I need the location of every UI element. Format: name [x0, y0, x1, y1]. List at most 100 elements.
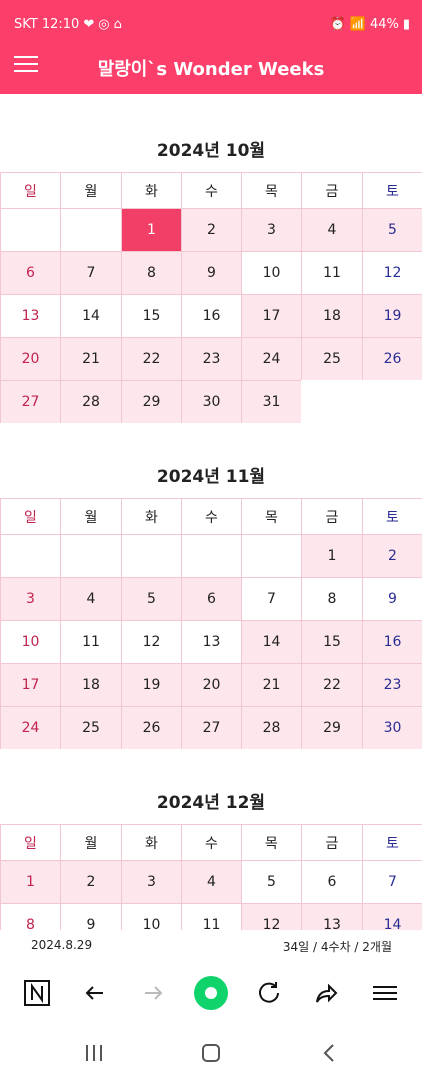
forward-arrow-icon[interactable] [136, 976, 170, 1010]
calendar-day[interactable]: 8 [121, 251, 181, 294]
weekday-header: 일 [0, 498, 60, 534]
calendar-day[interactable]: 26 [362, 337, 422, 380]
calendar-day[interactable]: 25 [301, 337, 362, 380]
calendar-day[interactable]: 29 [301, 706, 362, 749]
browser-toolbar [0, 960, 422, 1026]
calendar-day[interactable]: 10 [0, 620, 60, 663]
calendar-day[interactable]: 1 [301, 534, 362, 577]
calendar-day[interactable]: 15 [121, 294, 181, 337]
calendar-day[interactable]: 19 [362, 294, 422, 337]
calendar-day[interactable]: 4 [181, 860, 241, 903]
calendar-day[interactable]: 29 [121, 380, 181, 423]
calendar-day[interactable]: 20 [181, 663, 241, 706]
calendar-day[interactable]: 23 [181, 337, 241, 380]
system-navigation [0, 1026, 422, 1080]
calendar-day[interactable]: 11 [301, 251, 362, 294]
weekday-header: 수 [181, 172, 241, 208]
calendar-day[interactable]: 4 [60, 577, 121, 620]
calendar-day[interactable]: 5 [121, 577, 181, 620]
calendar-day[interactable]: 28 [241, 706, 301, 749]
calendar-day[interactable]: 5 [241, 860, 301, 903]
back-icon[interactable] [315, 1041, 343, 1065]
calendar-day[interactable]: 17 [241, 294, 301, 337]
recent-apps-icon[interactable] [80, 1041, 108, 1065]
calendar-day[interactable]: 16 [181, 294, 241, 337]
calendar-day[interactable]: 11 [181, 903, 241, 930]
menu-icon[interactable] [368, 976, 402, 1010]
calendar-day[interactable]: 2 [60, 860, 121, 903]
calendar-day[interactable]: 15 [301, 620, 362, 663]
calendar-day[interactable]: 9 [181, 251, 241, 294]
calendar-day[interactable]: 7 [241, 577, 301, 620]
calendar-day[interactable]: 9 [60, 903, 121, 930]
weekday-header: 월 [60, 498, 121, 534]
calendar-day[interactable]: 5 [362, 208, 422, 251]
calendar-day[interactable]: 8 [301, 577, 362, 620]
calendar-day[interactable]: 31 [241, 380, 301, 423]
month-title: 2024년 11월 [156, 467, 266, 487]
calendar-day[interactable]: 13 [181, 620, 241, 663]
calendar-day[interactable]: 4 [301, 208, 362, 251]
calendar-day[interactable]: 1 [0, 860, 60, 903]
calendar-day[interactable]: 12 [362, 251, 422, 294]
calendar-empty-cell [0, 208, 60, 251]
calendar-day[interactable]: 11 [60, 620, 121, 663]
calendar-day[interactable]: 6 [301, 860, 362, 903]
calendar-day[interactable]: 23 [362, 663, 422, 706]
status-right: ⏰ 📶 44% ▮ [330, 17, 410, 32]
back-arrow-icon[interactable] [78, 976, 112, 1010]
calendar-day[interactable]: 14 [60, 294, 121, 337]
calendar-day[interactable]: 30 [362, 706, 422, 749]
calendar-day[interactable]: 17 [0, 663, 60, 706]
calendar-day[interactable]: 6 [0, 251, 60, 294]
calendar-day[interactable]: 28 [60, 380, 121, 423]
calendar-day[interactable]: 24 [241, 337, 301, 380]
calendar-day[interactable]: 26 [121, 706, 181, 749]
calendar-day[interactable]: 22 [121, 337, 181, 380]
calendar-day[interactable]: 27 [0, 380, 60, 423]
status-left: SKT 12:10 ❤ ◎ ⌂ [14, 17, 122, 32]
n-logo-icon[interactable] [20, 976, 54, 1010]
calendar-day[interactable]: 14 [241, 620, 301, 663]
calendar-day[interactable]: 13 [0, 294, 60, 337]
calendar-day[interactable]: 1 [121, 208, 181, 251]
calendar-day[interactable]: 16 [362, 620, 422, 663]
calendar-day[interactable]: 21 [60, 337, 121, 380]
calendar-day[interactable]: 13 [301, 903, 362, 930]
calendar-day[interactable]: 21 [241, 663, 301, 706]
calendar-day[interactable]: 25 [60, 706, 121, 749]
calendar-day[interactable]: 7 [362, 860, 422, 903]
calendar-day[interactable]: 22 [301, 663, 362, 706]
calendar-day[interactable]: 3 [241, 208, 301, 251]
calendar-day[interactable]: 6 [181, 577, 241, 620]
weekday-header: 화 [121, 498, 181, 534]
calendar-day[interactable]: 10 [241, 251, 301, 294]
calendar-list[interactable]: 2024년 10월 일 월 화 수 목 금 토 1 2 3 4 5 6 7 8 9 10 11 12 13 14 15 16 1… [0, 94, 422, 930]
calendar-day[interactable]: 30 [181, 380, 241, 423]
carrier-time: SKT 12:10 [14, 17, 80, 32]
calendar-day[interactable]: 12 [121, 620, 181, 663]
calendar-day[interactable]: 12 [241, 903, 301, 930]
calendar-day[interactable]: 14 [362, 903, 422, 930]
instagram-icon: ◎ [98, 17, 110, 32]
calendar-day[interactable]: 18 [60, 663, 121, 706]
calendar-day[interactable]: 20 [0, 337, 60, 380]
calendar-day[interactable]: 24 [0, 706, 60, 749]
calendar-day[interactable]: 8 [0, 903, 60, 930]
app-bar: 말랑이`s Wonder Weeks [0, 50, 422, 94]
calendar-day[interactable]: 19 [121, 663, 181, 706]
calendar-day[interactable]: 18 [301, 294, 362, 337]
calendar-day[interactable]: 10 [121, 903, 181, 930]
calendar-day[interactable]: 9 [362, 577, 422, 620]
share-icon[interactable] [310, 976, 344, 1010]
home-circle-icon[interactable] [194, 976, 228, 1010]
calendar-day[interactable]: 2 [362, 534, 422, 577]
calendar-day[interactable]: 2 [181, 208, 241, 251]
refresh-icon[interactable] [252, 976, 286, 1010]
calendar-day[interactable]: 27 [181, 706, 241, 749]
calendar-day[interactable]: 7 [60, 251, 121, 294]
calendar-day[interactable]: 3 [121, 860, 181, 903]
calendar-day[interactable]: 3 [0, 577, 60, 620]
home-icon[interactable] [197, 1041, 225, 1065]
weekday-header: 토 [362, 172, 422, 208]
